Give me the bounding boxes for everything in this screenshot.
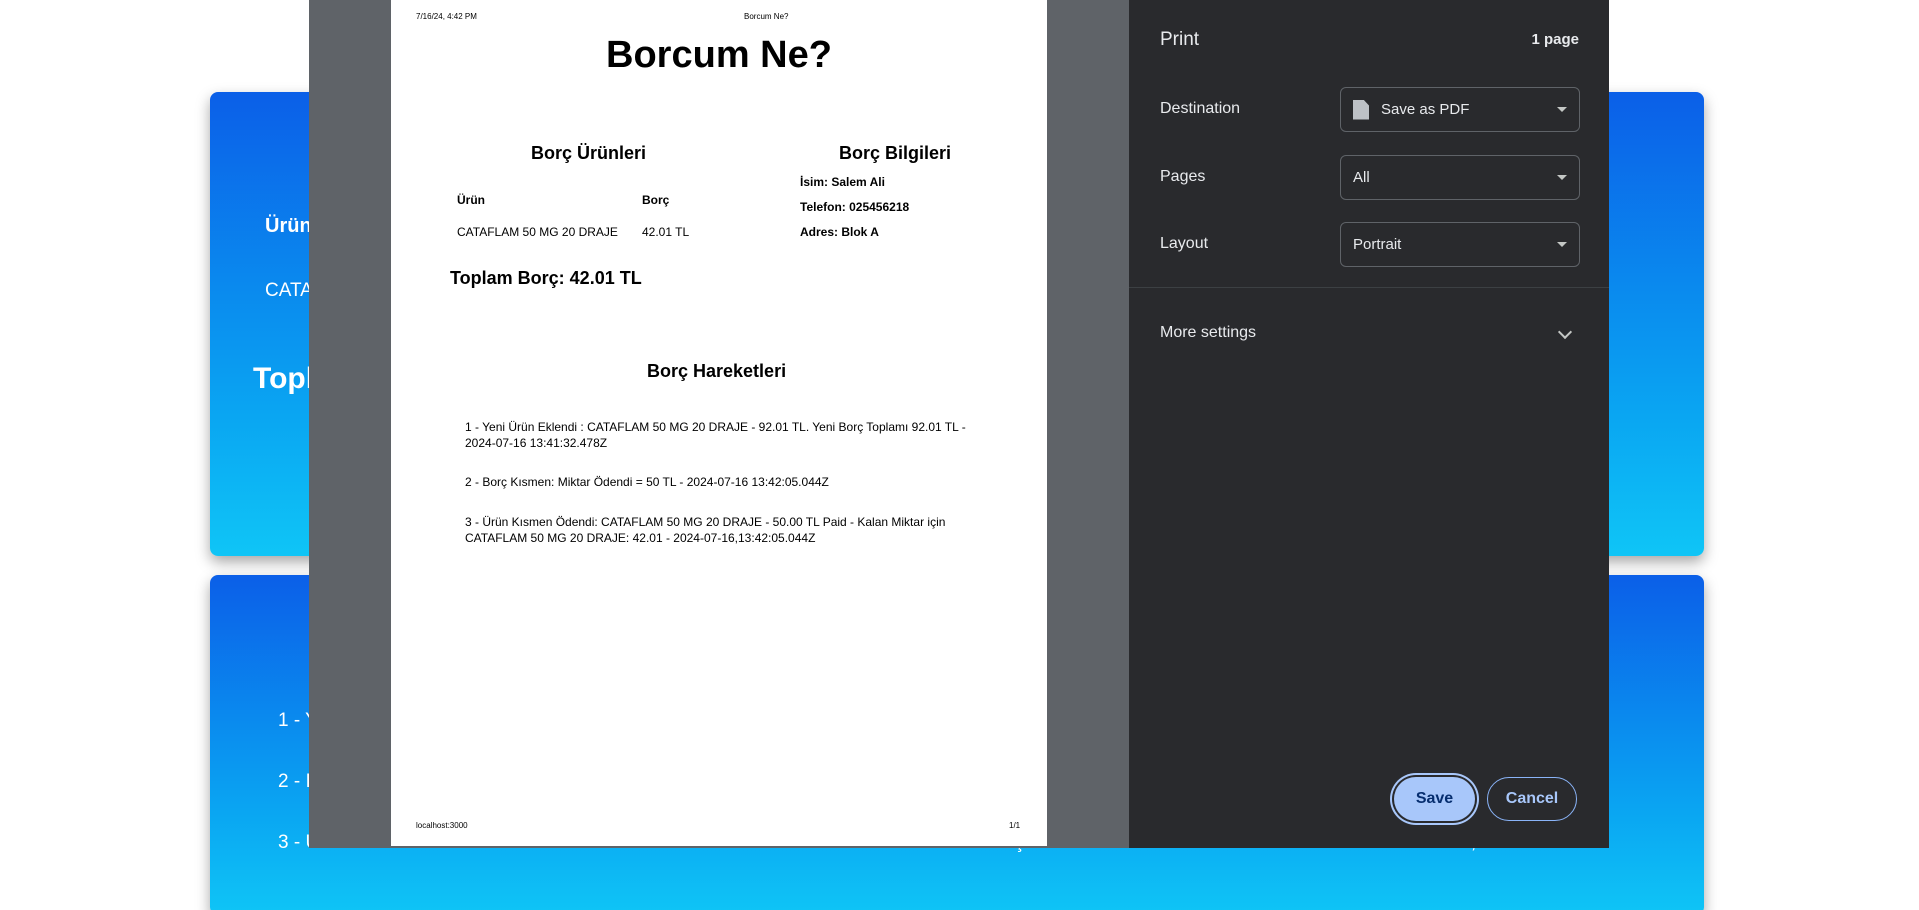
debt-move-entry: 2 - Borç Kısmen: Miktar Ödendi = 50 TL -… bbox=[465, 475, 829, 489]
print-settings-panel: Print 1 page Destination Save as PDF Pag… bbox=[1129, 0, 1609, 848]
dropdown-caret-icon bbox=[1557, 242, 1567, 247]
pages-value: All bbox=[1353, 169, 1370, 186]
document-title: Borcum Ne? bbox=[606, 34, 832, 76]
debt-move-entry: 1 - Yeni Ürün Eklendi : CATAFLAM 50 MG 2… bbox=[465, 420, 966, 450]
page-footer-url: localhost:3000 bbox=[416, 821, 468, 830]
table-header-product: Ürün bbox=[457, 193, 485, 207]
debt-move-entry: 3 - Ürün Kısmen Ödendi: CATAFLAM 50 MG 2… bbox=[465, 515, 946, 545]
info-name: İsim: Salem Ali bbox=[800, 175, 885, 189]
layout-label: Layout bbox=[1160, 235, 1209, 252]
table-header-debt: Borç bbox=[642, 193, 670, 207]
moves-section-title: Borç Hareketleri bbox=[647, 361, 787, 381]
layout-value: Portrait bbox=[1353, 236, 1402, 253]
debt-move-item: 2 - I bbox=[278, 771, 311, 792]
dropdown-caret-icon bbox=[1557, 107, 1567, 112]
info-address: Adres: Blok A bbox=[800, 225, 879, 239]
chevron-down-icon[interactable] bbox=[1557, 324, 1573, 340]
file-icon bbox=[1353, 99, 1369, 120]
total-debt: Toplam Borç: 42.01 TL bbox=[450, 268, 642, 288]
page-footer-number: 1/1 bbox=[1009, 821, 1021, 830]
destination-label: Destination bbox=[1160, 100, 1241, 117]
pages-select[interactable]: All bbox=[1340, 155, 1580, 200]
pages-label: Pages bbox=[1160, 168, 1206, 185]
table-cell-debt: 42.01 TL bbox=[642, 225, 690, 239]
settings-divider bbox=[1129, 287, 1609, 288]
total-debt-label: Topl bbox=[253, 362, 315, 395]
dropdown-caret-icon bbox=[1557, 175, 1567, 180]
more-settings-toggle[interactable]: More settings bbox=[1160, 324, 1256, 342]
info-section-title: Borç Bilgileri bbox=[839, 143, 952, 163]
product-item: CATA bbox=[265, 280, 313, 301]
page-header-title: Borcum Ne? bbox=[744, 12, 789, 21]
cancel-button[interactable]: Cancel bbox=[1487, 777, 1577, 821]
products-section-title: Borç Ürünleri bbox=[531, 143, 647, 163]
products-column-header: Ürün bbox=[265, 215, 312, 237]
destination-value: Save as PDF bbox=[1381, 101, 1470, 118]
save-button[interactable]: Save bbox=[1394, 777, 1475, 821]
preview-page: 7/16/24, 4:42 PM Borcum Ne? Borcum Ne? B… bbox=[391, 0, 1047, 846]
table-cell-product: CATAFLAM 50 MG 20 DRAJE bbox=[457, 225, 618, 239]
layout-select[interactable]: Portrait bbox=[1340, 222, 1580, 267]
page-header-date: 7/16/24, 4:42 PM bbox=[416, 12, 477, 21]
destination-select[interactable]: Save as PDF bbox=[1340, 87, 1580, 132]
info-phone: Telefon: 025456218 bbox=[800, 200, 910, 214]
print-title: Print bbox=[1160, 29, 1200, 50]
page-count: 1 page bbox=[1531, 31, 1579, 48]
